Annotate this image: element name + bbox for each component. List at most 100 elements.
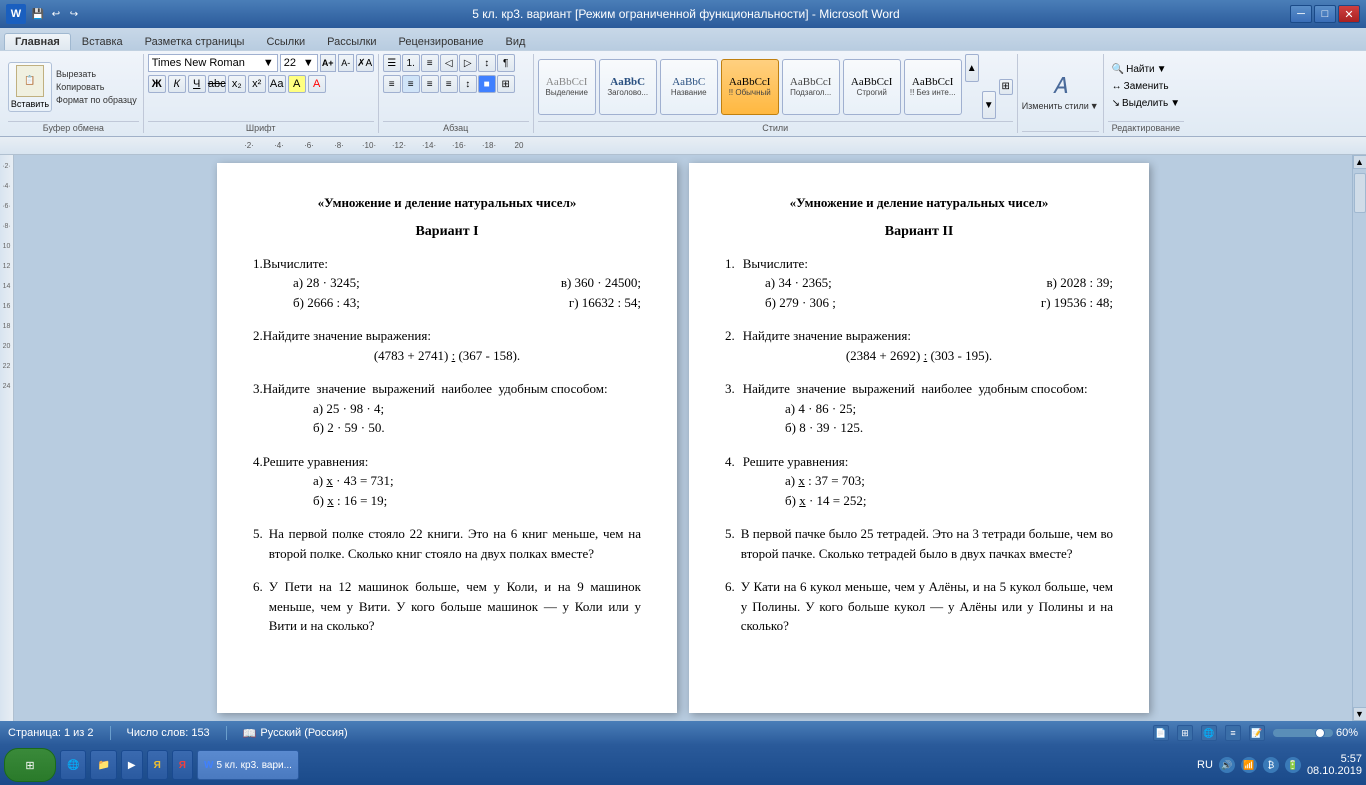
taskbar-word-button[interactable]: W 5 кл. кр3. вари... — [197, 750, 299, 780]
numbering-button[interactable]: 1. — [402, 54, 420, 72]
subscript-button[interactable]: x₂ — [228, 75, 246, 93]
v1-task6-content: 6. У Пети на 12 машинок больше, чем у Ко… — [253, 577, 641, 636]
copy-button[interactable]: Копировать — [54, 81, 139, 93]
tab-home[interactable]: Главная — [4, 33, 71, 50]
styles-scroll-up[interactable]: ▲ — [965, 54, 979, 82]
close-button[interactable]: ✕ — [1338, 5, 1360, 23]
style-normal-label: !! Обычный — [729, 88, 771, 97]
v2-task2-num: 2. — [725, 326, 735, 346]
font-grow-button[interactable]: A+ — [320, 54, 336, 72]
view-print-button[interactable]: 📄 — [1153, 725, 1169, 741]
clipboard-group: 📋 Вставить Вырезать Копировать Формат по… — [4, 54, 144, 133]
replace-icon: ↔ — [1112, 81, 1122, 92]
vertical-scrollbar[interactable]: ▲ ▼ — [1352, 155, 1366, 721]
align-right-button[interactable]: ≡ — [421, 75, 439, 93]
cut-button[interactable]: Вырезать — [54, 68, 139, 80]
style-normal[interactable]: AaBbCcI !! Обычный — [721, 59, 779, 115]
v2-task3-text: Найдите значение выражений наиболее удоб… — [743, 379, 1088, 399]
v2-task5-text: В первой пачке было 25 тетрадей. Это на … — [741, 524, 1113, 563]
align-left-button[interactable]: ≡ — [383, 75, 401, 93]
styles-group: AaBbCcI Выделение AaBbC Заголово... AaBb… — [534, 54, 1018, 133]
borders-button[interactable]: ⊞ — [497, 75, 515, 93]
paragraph-group: ☰ 1. ≡ ◁ ▷ ↕ ¶ ≡ ≡ ≡ ≡ ↕ ■ ⊞ А — [379, 54, 534, 133]
page-variant2: «Умножение и деление натуральных чисел» … — [689, 163, 1149, 713]
tab-review[interactable]: Рецензирование — [388, 33, 495, 50]
minimize-button[interactable]: ─ — [1290, 5, 1312, 23]
quick-access: 💾 ↩ ↪ — [30, 6, 82, 22]
view-outline-button[interactable]: ≡ — [1225, 725, 1241, 741]
style-normal-text: AaBbCcI — [729, 76, 771, 88]
change-styles-label — [1022, 131, 1099, 133]
tab-layout[interactable]: Разметка страницы — [134, 33, 256, 50]
taskbar-ie-button[interactable]: 🌐 — [60, 750, 86, 780]
underline-button[interactable]: Ч — [188, 75, 206, 93]
font-color-button[interactable]: A — [308, 75, 326, 93]
taskbar-explorer-button[interactable]: 📁 — [90, 750, 116, 780]
sort-button[interactable]: ↕ — [478, 54, 496, 72]
increase-indent-button[interactable]: ▷ — [459, 54, 477, 72]
style-selection[interactable]: AaBbCcI Выделение — [538, 59, 596, 115]
vertical-ruler: ·2· ·4· ·6· ·8· 10 12 14 16 18 20 22 24 — [0, 155, 14, 721]
highlight-button[interactable]: A — [288, 75, 306, 93]
scroll-up-button[interactable]: ▲ — [1353, 155, 1366, 169]
format-painter-button[interactable]: Формат по образцу — [54, 94, 139, 106]
tab-mailings[interactable]: Рассылки — [316, 33, 387, 50]
style-no-spacing[interactable]: AaBbCcI !! Без инте... — [904, 59, 962, 115]
taskbar-yandex2-button[interactable]: Я — [172, 750, 193, 780]
tab-references[interactable]: Ссылки — [255, 33, 316, 50]
style-strong[interactable]: AaBbCcI Строгий — [843, 59, 901, 115]
scroll-down-button[interactable]: ▼ — [1353, 707, 1366, 721]
line-spacing-button[interactable]: ↕ — [459, 75, 477, 93]
taskbar-media-button[interactable]: ▶ — [121, 750, 143, 780]
styles-more[interactable]: ⊞ — [999, 79, 1013, 95]
maximize-button[interactable]: □ — [1314, 5, 1336, 23]
clear-format-button[interactable]: ✗A — [356, 54, 374, 72]
word-count-value: Число слов: 153 — [127, 727, 210, 739]
shading-button[interactable]: ■ — [478, 75, 496, 93]
text-case-button[interactable]: Аа — [268, 75, 286, 93]
zoom-slider[interactable] — [1273, 729, 1333, 737]
style-subtitle[interactable]: AaBbCcI Подзагол... — [782, 59, 840, 115]
superscript-button[interactable]: x² — [248, 75, 266, 93]
styles-scroll-down[interactable]: ▼ — [982, 91, 996, 119]
clock: 5:57 08.10.2019 — [1307, 753, 1362, 777]
italic-button[interactable]: К — [168, 75, 186, 93]
bold-button[interactable]: Ж — [148, 75, 166, 93]
font-size-box[interactable]: 22 ▼ — [280, 54, 318, 72]
tab-view[interactable]: Вид — [495, 33, 537, 50]
tab-insert[interactable]: Вставка — [71, 33, 134, 50]
start-button[interactable]: ⊞ — [4, 748, 56, 782]
style-heading1[interactable]: AaBbC Заголово... — [599, 59, 657, 115]
font-name-box[interactable]: Times New Roman ▼ — [148, 54, 278, 72]
v1-task3-a: а) 25 · 98 · 4; — [313, 399, 641, 419]
v2-task4-b: б) x · 14 = 252; — [785, 491, 1113, 511]
find-button[interactable]: 🔍 Найти ▼ — [1108, 62, 1171, 77]
v1-task5: 5. На первой полке стояло 22 книги. Это … — [253, 524, 641, 563]
bullets-button[interactable]: ☰ — [383, 54, 401, 72]
align-center-button[interactable]: ≡ — [402, 75, 420, 93]
strikethrough-button[interactable]: abc — [208, 75, 226, 93]
style-no-spacing-text: AaBbCcI — [912, 76, 954, 88]
redo-quick-btn[interactable]: ↪ — [66, 6, 82, 22]
save-quick-btn[interactable]: 💾 — [30, 6, 46, 22]
decrease-indent-button[interactable]: ◁ — [440, 54, 458, 72]
v1-task1: 1.Вычислите: а) 28 · 3245; в) 360 · 2450… — [253, 254, 641, 313]
ribbon: Главная Вставка Разметка страницы Ссылки… — [0, 28, 1366, 137]
zoom-thumb[interactable] — [1315, 728, 1325, 738]
style-title[interactable]: AaBbC Название — [660, 59, 718, 115]
change-styles-btn[interactable]: Изменить стили ▼ — [1022, 101, 1099, 111]
scroll-thumb[interactable] — [1354, 173, 1366, 213]
view-web-button[interactable]: 🌐 — [1201, 725, 1217, 741]
replace-button[interactable]: ↔ Заменить — [1108, 79, 1173, 94]
font-shrink-button[interactable]: A- — [338, 54, 354, 72]
taskbar-yandex-button[interactable]: Я — [147, 750, 168, 780]
show-marks-button[interactable]: ¶ — [497, 54, 515, 72]
view-draft-button[interactable]: 📝 — [1249, 725, 1265, 741]
multilevel-button[interactable]: ≡ — [421, 54, 439, 72]
view-fullscreen-button[interactable]: ⊞ — [1177, 725, 1193, 741]
paste-button[interactable]: 📋 Вставить — [8, 62, 52, 112]
network-icon: 📶 — [1241, 757, 1257, 773]
undo-quick-btn[interactable]: ↩ — [48, 6, 64, 22]
select-button[interactable]: ↘ Выделить ▼ — [1108, 96, 1184, 111]
justify-button[interactable]: ≡ — [440, 75, 458, 93]
